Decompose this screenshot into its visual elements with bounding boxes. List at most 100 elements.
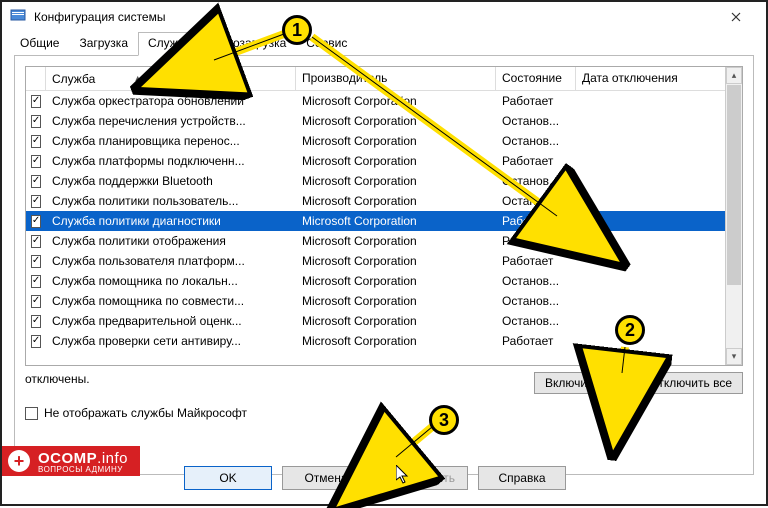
row-name: Служба политики диагностики bbox=[46, 213, 296, 229]
row-state: Останов... bbox=[496, 193, 576, 209]
row-vendor: Microsoft Corporation bbox=[296, 153, 496, 169]
row-checkbox-icon[interactable]: ✓ bbox=[31, 235, 41, 248]
checkbox-icon[interactable] bbox=[25, 407, 38, 420]
table-row[interactable]: ✓ Служба политики пользователь...Microsof… bbox=[26, 191, 742, 211]
row-vendor: Microsoft Corporation bbox=[296, 253, 496, 269]
table-row[interactable]: ✓ Служба поддержки BluetoothMicrosoft Cor… bbox=[26, 171, 742, 191]
col-checkbox[interactable] bbox=[26, 67, 46, 90]
col-name[interactable]: Служба▴ bbox=[46, 67, 296, 90]
ok-button[interactable]: OK bbox=[184, 466, 272, 490]
row-checkbox-icon[interactable]: ✓ bbox=[31, 115, 41, 128]
list-header: Служба▴ Производитель Состояние Дата отк… bbox=[26, 67, 742, 91]
col-date[interactable]: Дата отключения bbox=[576, 67, 742, 90]
row-vendor: Microsoft Corporation bbox=[296, 293, 496, 309]
scrollbar[interactable]: ▴ ▾ bbox=[725, 67, 742, 365]
row-name: Служба проверки сети антивиру... bbox=[46, 333, 296, 349]
row-date bbox=[576, 280, 742, 282]
row-name: Служба помощника по локальн... bbox=[46, 273, 296, 289]
tab-службы[interactable]: Службы bbox=[138, 32, 203, 56]
row-vendor: Microsoft Corporation bbox=[296, 273, 496, 289]
row-state: Останов... bbox=[496, 313, 576, 329]
row-checkbox-icon[interactable]: ✓ bbox=[31, 315, 41, 328]
annotation-marker-3: 3 bbox=[429, 405, 459, 435]
table-row[interactable]: ✓ Служба политики отображенияMicrosoft Co… bbox=[26, 231, 742, 251]
row-checkbox-icon[interactable]: ✓ bbox=[31, 95, 41, 108]
table-row[interactable]: ✓ Служба перечисления устройств...Microso… bbox=[26, 111, 742, 131]
row-vendor: Microsoft Corporation bbox=[296, 213, 496, 229]
row-name: Служба перечисления устройств... bbox=[46, 113, 296, 129]
hide-ms-label: Не отображать службы Майкрософт bbox=[44, 406, 247, 420]
window-title: Конфигурация системы bbox=[34, 10, 714, 24]
row-checkbox-icon[interactable]: ✓ bbox=[31, 215, 41, 228]
close-button[interactable] bbox=[714, 2, 758, 32]
col-state[interactable]: Состояние bbox=[496, 67, 576, 90]
cancel-button[interactable]: Отмена bbox=[282, 466, 370, 490]
row-date bbox=[576, 220, 742, 222]
scroll-up-icon[interactable]: ▴ bbox=[726, 67, 742, 84]
row-name: Служба пользователя платформ... bbox=[46, 253, 296, 269]
row-name: Служба оркестратора обновлений bbox=[46, 93, 296, 109]
watermark-plus-icon: + bbox=[8, 450, 30, 472]
row-name: Служба поддержки Bluetooth bbox=[46, 173, 296, 189]
row-checkbox-icon[interactable]: ✓ bbox=[31, 275, 41, 288]
row-name: Служба политики пользователь... bbox=[46, 193, 296, 209]
table-row[interactable]: ✓Служба платформы подключенн...Microsoft… bbox=[26, 151, 742, 171]
row-date bbox=[576, 140, 742, 142]
table-row[interactable]: ✓ Служба оркестратора обновленийMicrosoft… bbox=[26, 91, 742, 111]
row-checkbox-icon[interactable]: ✓ bbox=[31, 255, 41, 268]
scroll-down-icon[interactable]: ▾ bbox=[726, 348, 742, 365]
watermark: + OCOMP.info ВОПРОСЫ АДМИНУ bbox=[2, 446, 140, 476]
row-date bbox=[576, 200, 742, 202]
row-date bbox=[576, 340, 742, 342]
row-state: Работает bbox=[496, 213, 576, 229]
apply-button: Применить bbox=[380, 466, 468, 490]
tab-общие[interactable]: Общие bbox=[10, 32, 69, 56]
row-state: Останов... bbox=[496, 173, 576, 189]
enable-all-button[interactable]: Включить все bbox=[534, 372, 632, 394]
hide-ms-checkbox[interactable]: Не отображать службы Майкрософт bbox=[25, 406, 743, 420]
row-vendor: Microsoft Corporation bbox=[296, 93, 496, 109]
row-name: Служба предварительной оценк... bbox=[46, 313, 296, 329]
row-state: Останов... bbox=[496, 293, 576, 309]
app-icon bbox=[10, 9, 26, 25]
row-date bbox=[576, 100, 742, 102]
row-name: Служба помощника по совмести... bbox=[46, 293, 296, 309]
cursor-icon bbox=[396, 465, 412, 485]
row-vendor: Microsoft Corporation bbox=[296, 333, 496, 349]
row-vendor: Microsoft Corporation bbox=[296, 193, 496, 209]
row-date bbox=[576, 240, 742, 242]
row-state: Работает bbox=[496, 333, 576, 349]
row-checkbox-icon[interactable]: ✓ bbox=[31, 335, 41, 348]
row-state: Работает bbox=[496, 233, 576, 249]
row-checkbox-icon[interactable]: ✓ bbox=[31, 155, 41, 168]
row-state: Работает bbox=[496, 253, 576, 269]
table-row[interactable]: ✓ Служба помощника по локальн...Microsoft… bbox=[26, 271, 742, 291]
row-name: Служба политики отображения bbox=[46, 233, 296, 249]
table-row[interactable]: ✓ Служба политики диагностикиMicrosoft Co… bbox=[26, 211, 742, 231]
table-row[interactable]: ✓ Служба планировщика перенос...Microsoft… bbox=[26, 131, 742, 151]
row-checkbox-icon[interactable]: ✓ bbox=[31, 295, 41, 308]
tab-strip: ОбщиеЗагрузкаСлужбыАвтозагрузкаСервис bbox=[2, 32, 766, 56]
row-vendor: Microsoft Corporation bbox=[296, 173, 496, 189]
services-panel: Служба▴ Производитель Состояние Дата отк… bbox=[14, 55, 754, 475]
scroll-thumb[interactable] bbox=[727, 85, 741, 285]
row-date bbox=[576, 260, 742, 262]
row-state: Останов... bbox=[496, 133, 576, 149]
tab-загрузка[interactable]: Загрузка bbox=[69, 32, 138, 56]
row-vendor: Microsoft Corporation bbox=[296, 233, 496, 249]
row-date bbox=[576, 180, 742, 182]
help-button[interactable]: Справка bbox=[478, 466, 566, 490]
row-checkbox-icon[interactable]: ✓ bbox=[31, 195, 41, 208]
msconfig-window: Конфигурация системы ОбщиеЗагрузкаСлужбы… bbox=[2, 2, 766, 504]
row-name: Служба планировщика перенос... bbox=[46, 133, 296, 149]
col-vendor[interactable]: Производитель bbox=[296, 67, 496, 90]
table-row[interactable]: ✓ Служба пользователя платформ...Microsof… bbox=[26, 251, 742, 271]
table-row[interactable]: ✓ Служба помощника по совмести...Microsof… bbox=[26, 291, 742, 311]
row-checkbox-icon[interactable]: ✓ bbox=[31, 175, 41, 188]
row-vendor: Microsoft Corporation bbox=[296, 113, 496, 129]
disable-all-button[interactable]: Отключить все bbox=[638, 372, 743, 394]
row-vendor: Microsoft Corporation bbox=[296, 133, 496, 149]
row-date bbox=[576, 120, 742, 122]
titlebar: Конфигурация системы bbox=[2, 2, 766, 32]
row-checkbox-icon[interactable]: ✓ bbox=[31, 135, 41, 148]
